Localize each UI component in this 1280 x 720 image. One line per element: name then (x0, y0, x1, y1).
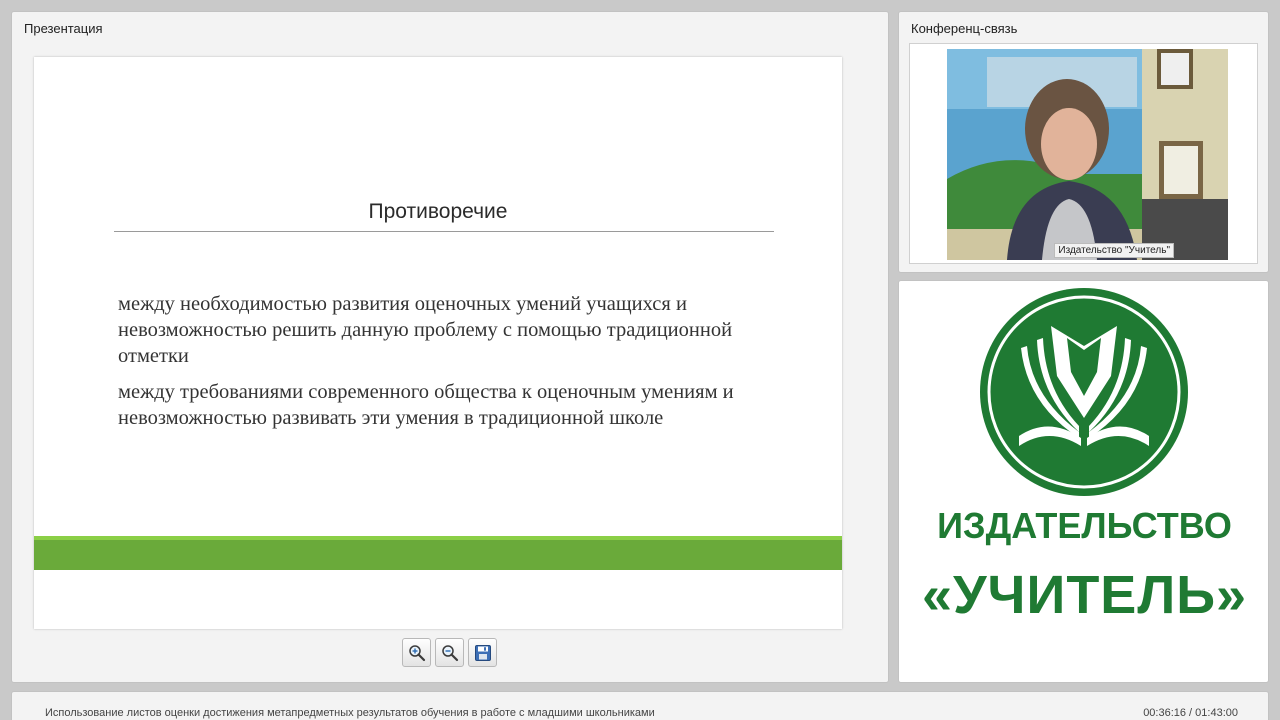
publisher-name-line2: «УЧИТЕЛЬ» (921, 565, 1248, 625)
lecture-title: Использование листов оценки достижения м… (45, 707, 655, 719)
status-bar: Использование листов оценки достижения м… (11, 691, 1269, 720)
floppy-disk-icon (474, 644, 491, 661)
publisher-logo-panel: ИЗДАТЕЛЬСТВО «УЧИТЕЛЬ» (898, 280, 1269, 683)
participant-name-label: Издательство "Учитель" (1054, 243, 1174, 258)
conference-panel-title: Конференц-связь (911, 21, 1018, 36)
slide-heading-rule (114, 231, 774, 232)
zoom-in-button[interactable] (402, 638, 431, 667)
zoom-out-icon (441, 644, 458, 661)
presentation-slide: Противоречие между необходимостью развит… (34, 57, 842, 629)
slide-paragraph-1: между необходимостью развития оценочных … (118, 293, 733, 367)
save-button[interactable] (468, 638, 497, 667)
participant-video[interactable] (947, 49, 1228, 260)
video-frame: Издательство "Учитель" (909, 43, 1258, 264)
video-scene (947, 49, 1228, 260)
presentation-panel: Презентация Противоречие между необходим… (11, 11, 889, 683)
zoom-in-icon (408, 644, 425, 661)
slide-paragraph-2: между требованиями современного общества… (118, 381, 734, 429)
publisher-name-line1: ИЗДАТЕЛЬСТВО (937, 505, 1232, 546)
conference-panel: Конференц-связь Издательство "Учитель" (898, 11, 1269, 273)
presentation-panel-title: Презентация (24, 21, 103, 36)
publisher-logo-icon (980, 288, 1188, 496)
zoom-out-button[interactable] (435, 638, 464, 667)
playback-time: 00:36:16 / 01:43:00 (1143, 707, 1238, 719)
slide-accent-band (34, 540, 842, 570)
slide-heading: Противоречие (368, 200, 508, 223)
